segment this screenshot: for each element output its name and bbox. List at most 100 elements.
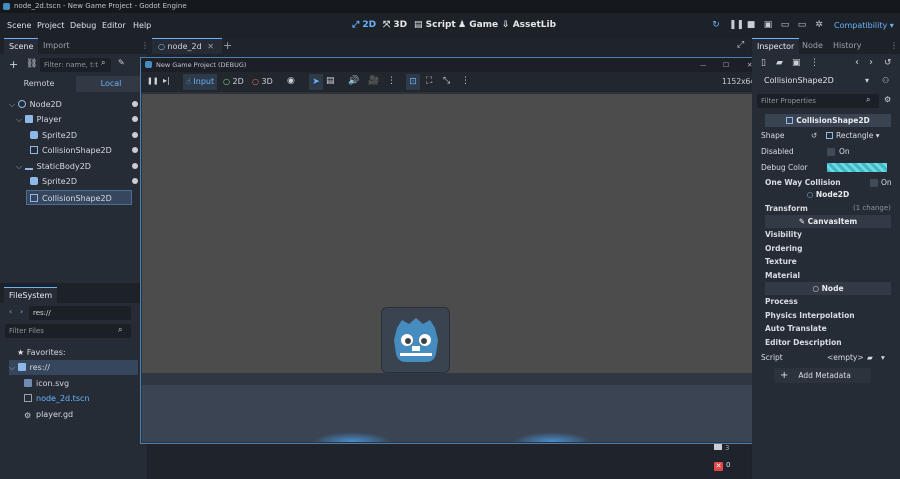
menu-scene[interactable]: Scene xyxy=(7,21,31,30)
visibility-eye-icon[interactable] xyxy=(132,101,138,107)
visibility-eye-icon[interactable] xyxy=(132,132,138,138)
property-shape[interactable]: Shape ↺ Rectangle ▾ xyxy=(761,129,891,142)
group-physics-interpolation[interactable]: Physics Interpolation xyxy=(765,309,895,322)
close-icon[interactable]: ✕ xyxy=(207,42,214,51)
play-custom-icon[interactable]: ▭ xyxy=(797,20,807,30)
dropdown-arrow-icon[interactable]: ▾ xyxy=(865,76,869,85)
local-button[interactable]: Local xyxy=(76,76,146,92)
stretch-icon[interactable]: ⤡ xyxy=(443,76,450,86)
minimize-icon[interactable]: — xyxy=(700,58,707,72)
folder-res[interactable]: ⌵ res:// xyxy=(9,360,138,375)
add-metadata-button[interactable]: + Add Metadata xyxy=(774,368,871,383)
remote-button[interactable]: Remote xyxy=(4,76,74,92)
filter-properties-input[interactable]: Filter Properties xyxy=(757,94,879,108)
settings-icon[interactable]: ⚙ xyxy=(884,95,891,104)
forward-icon[interactable]: › xyxy=(20,307,23,316)
select-arrow-icon[interactable]: ➤ xyxy=(309,74,323,90)
property-disabled[interactable]: Disabled On xyxy=(761,145,891,158)
menu-debug[interactable]: Debug xyxy=(70,21,96,30)
workspace-script[interactable]: ▤ Script xyxy=(414,20,456,30)
class-header-node2d[interactable]: ○ Node2D xyxy=(765,188,891,201)
group-editor-description[interactable]: Editor Description xyxy=(765,336,895,349)
renderer-select[interactable]: Compatibility ▾ xyxy=(834,21,894,30)
checkbox[interactable] xyxy=(827,148,835,156)
tree-item-player[interactable]: ⌵ Player xyxy=(16,112,142,127)
workspace-game[interactable]: ♟ Game xyxy=(458,20,498,30)
back-icon[interactable]: ‹ xyxy=(9,307,12,316)
tab-scene[interactable]: Scene xyxy=(4,38,39,54)
tree-item-node2d[interactable]: ⌵ Node2D xyxy=(9,97,142,112)
tab-import[interactable]: Import xyxy=(38,38,75,54)
movie-maker-icon[interactable]: ✲ xyxy=(814,20,824,30)
input-mode-button[interactable]: ☝ Input xyxy=(183,74,218,90)
open-folder-icon[interactable]: ▰ xyxy=(776,58,783,68)
tree-item-staticbody2d[interactable]: ⌵ StaticBody2D xyxy=(16,159,142,174)
selected-node-name[interactable]: CollisionShape2D xyxy=(764,76,834,85)
maximize-icon[interactable]: ☐ xyxy=(723,58,729,72)
restart-icon[interactable]: ↻ xyxy=(711,20,721,30)
link-icon[interactable]: ⛓ xyxy=(26,59,37,69)
file-player-gd[interactable]: ⚙ player.gd xyxy=(24,407,73,422)
embed-fit-icon[interactable]: ⊡ xyxy=(406,74,420,90)
group-process[interactable]: Process xyxy=(765,295,895,308)
checkbox[interactable] xyxy=(870,179,878,187)
new-resource-icon[interactable]: ▯ xyxy=(761,58,766,68)
distraction-free-icon[interactable]: ⤢ xyxy=(737,40,744,50)
group-material[interactable]: Material xyxy=(765,269,895,282)
tab-inspector[interactable]: Inspector xyxy=(752,38,800,54)
group-ordering[interactable]: Ordering xyxy=(765,242,895,255)
next-frame-icon[interactable]: ▸| xyxy=(163,76,170,85)
history-forward-icon[interactable]: › xyxy=(869,57,873,68)
warnings-badge[interactable]: 3 xyxy=(714,443,744,455)
menu-help[interactable]: Help xyxy=(133,21,151,30)
game-debug-window[interactable]: New Game Project (DEBUG) — ☐ ✕ ❚❚ ▸| ☝ I… xyxy=(140,57,761,444)
tab-history[interactable]: History xyxy=(828,38,866,54)
dock-menu-icon[interactable]: ⋮ xyxy=(890,41,898,50)
class-header-canvasitem[interactable]: ✎ CanvasItem xyxy=(765,215,891,228)
group-auto-translate[interactable]: Auto Translate xyxy=(765,322,895,335)
group-texture[interactable]: Texture xyxy=(765,255,895,268)
node-info-icon[interactable]: ⚇ xyxy=(882,76,889,85)
history-back-icon[interactable]: ‹ xyxy=(855,57,859,68)
more-options-icon[interactable]: ⋮ xyxy=(387,76,396,86)
tree-item-sprite2d[interactable]: Sprite2D xyxy=(30,174,142,189)
pause-icon[interactable]: ❚❚ xyxy=(147,77,159,85)
filesystem-filter-input[interactable]: Filter Files xyxy=(5,324,131,338)
color-swatch[interactable] xyxy=(827,163,887,172)
pause-icon[interactable]: ❚❚ xyxy=(729,20,744,30)
property-debug-color[interactable]: Debug Color xyxy=(761,161,891,174)
errors-badge[interactable]: ✕ 0 xyxy=(714,459,744,472)
visibility-eye-icon[interactable] xyxy=(132,178,138,184)
favorites-row[interactable]: ★ Favorites: xyxy=(17,345,66,360)
shape-resource[interactable]: Rectangle ▾ xyxy=(826,129,880,142)
tree-item-collisionshape2d-selected[interactable]: CollisionShape2D xyxy=(26,190,132,205)
add-node-icon[interactable]: + xyxy=(9,58,18,71)
visibility-eye-icon[interactable] xyxy=(132,163,138,169)
class-header-node[interactable]: ○ Node xyxy=(765,282,891,295)
object-history-icon[interactable]: ↺ xyxy=(884,58,892,68)
dropdown-arrow-icon[interactable]: ▾ xyxy=(881,351,885,364)
property-script[interactable]: Script <empty> ▰ ▾ xyxy=(761,351,891,364)
workspace-assetlib[interactable]: ⇩ AssetLib xyxy=(502,20,556,30)
file-node2d-tscn[interactable]: node_2d.tscn xyxy=(24,391,89,406)
workspace-2d[interactable]: ⤢ 2D xyxy=(352,20,376,30)
remote-debug-icon[interactable]: ▣ xyxy=(763,20,773,30)
revert-icon[interactable]: ↺ xyxy=(811,129,817,142)
file-icon-svg[interactable]: icon.svg xyxy=(24,376,69,391)
tab-node[interactable]: Node xyxy=(797,38,828,54)
save-icon[interactable]: ▣ xyxy=(792,58,801,68)
tree-item-collisionshape2d[interactable]: CollisionShape2D xyxy=(30,143,142,158)
tree-item-sprite2d[interactable]: Sprite2D xyxy=(30,128,142,143)
group-visibility[interactable]: Visibility xyxy=(765,228,895,241)
class-header-collisionshape2d[interactable]: CollisionShape2D xyxy=(765,114,891,127)
menu-editor[interactable]: Editor xyxy=(102,21,126,30)
visibility-eye-icon[interactable] xyxy=(132,147,138,153)
workspace-3d[interactable]: ⤧ 3D xyxy=(383,20,407,30)
attach-script-icon[interactable]: ✎ xyxy=(118,58,125,67)
menu-project[interactable]: Project xyxy=(37,21,64,30)
audio-icon[interactable]: 🔊 xyxy=(348,76,359,86)
more-options-icon[interactable]: ⋮ xyxy=(810,58,819,68)
visibility-icon[interactable]: ◉ xyxy=(287,76,295,86)
camera-override-icon[interactable]: 🎥 xyxy=(368,76,379,86)
mode-3d-button[interactable]: ○ 3D xyxy=(252,77,273,86)
